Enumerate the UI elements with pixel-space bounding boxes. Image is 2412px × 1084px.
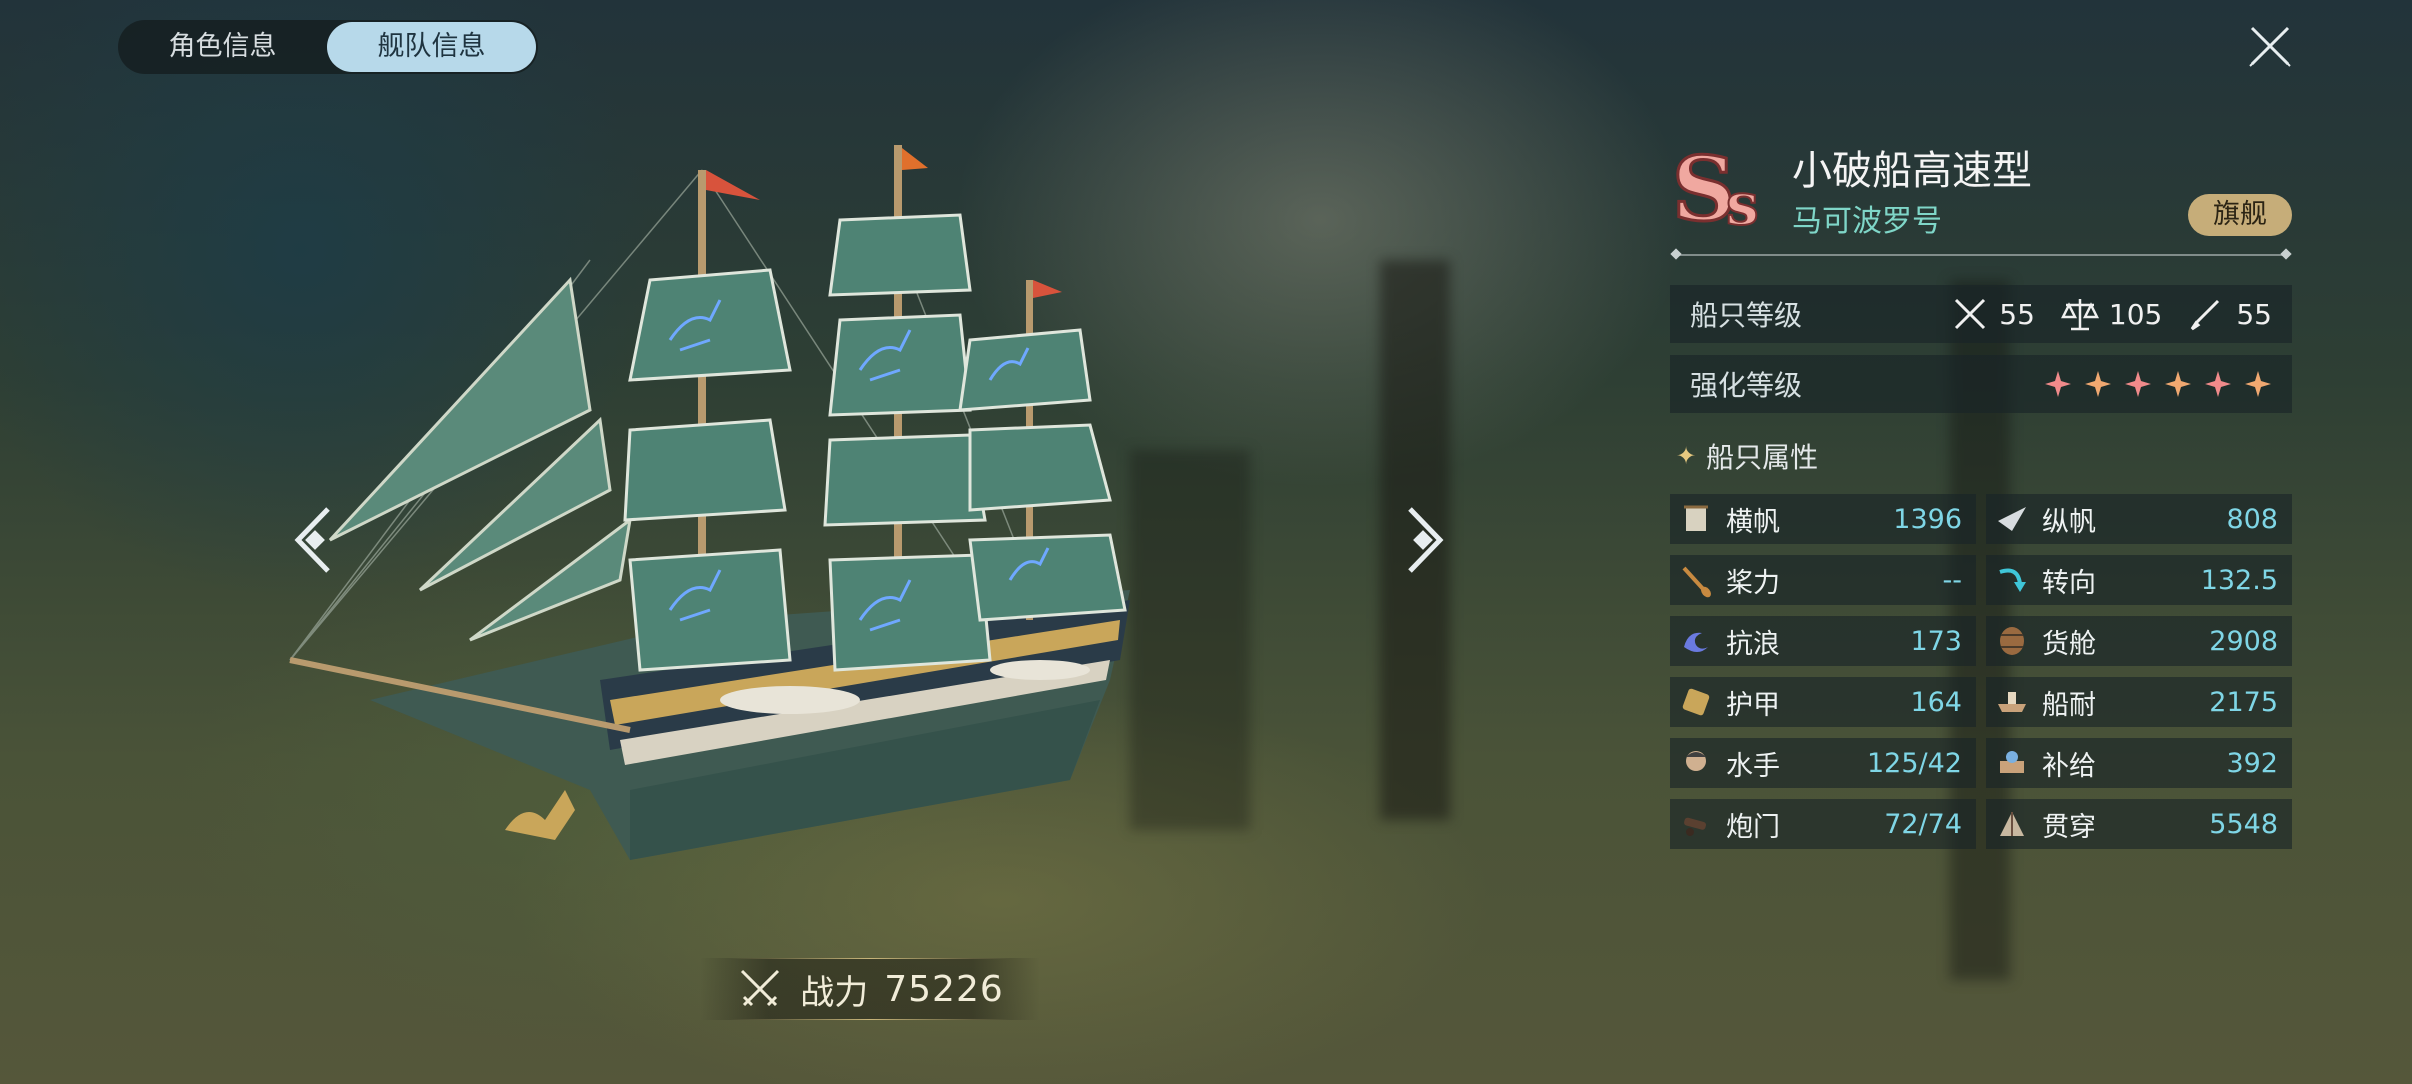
level-craft-value: 55 [2236, 297, 2272, 331]
attribute-value: 392 [2226, 747, 2278, 779]
attribute-row: 炮门 72/74 [1670, 799, 1976, 849]
enhance-star-icon [2125, 371, 2151, 397]
ship-level-row: 船只等级 55 105 55 [1670, 285, 2292, 343]
oar-icon [1682, 566, 1711, 598]
enhance-stars [2044, 370, 2272, 398]
attribute-value: 2175 [2209, 686, 2278, 718]
cannon-icon [1684, 817, 1707, 836]
pierce-icon [2000, 812, 2024, 836]
attribute-name: 水手 [1726, 750, 1780, 782]
armor-icon [1682, 688, 1710, 716]
attributes-section-title: ✦ 船只属性 [1676, 436, 1818, 476]
attribute-name: 补给 [2042, 750, 2096, 782]
fore-aft-sail-icon [1998, 507, 2026, 531]
attribute-value: 72/74 [1884, 808, 1962, 840]
attribute-name: 护甲 [1726, 689, 1780, 721]
attribute-row: 补给 392 [1986, 738, 2292, 788]
tab-fleet-info[interactable]: 舰队信息 [327, 22, 536, 72]
attribute-row: 护甲 164 [1670, 677, 1976, 727]
wave-icon [1684, 632, 1708, 652]
level-attack: 55 [1951, 295, 2035, 333]
ship-level-label: 船只等级 [1690, 299, 1803, 332]
info-tabs: 角色信息 舰队信息 [118, 20, 538, 74]
sparkle-icon: ✦ [1676, 442, 1697, 470]
square-sail-icon [1684, 505, 1708, 531]
attribute-name: 横帆 [1726, 506, 1780, 538]
barrel-icon [2000, 627, 2024, 655]
attribute-name: 货舱 [2042, 628, 2096, 660]
attribute-row: 货舱 2908 [1986, 616, 2292, 666]
ship-model [289, 145, 1130, 860]
level-attack-value: 55 [1999, 297, 2035, 331]
next-ship-arrow-icon[interactable] [1398, 505, 1448, 575]
crossed-swords-icon [1955, 298, 1986, 330]
attribute-value: 164 [1910, 686, 1962, 718]
attribute-row: 水手 125/42 [1670, 738, 1976, 788]
attribute-name: 贯穿 [2042, 811, 2096, 843]
attribute-value: 125/42 [1867, 747, 1962, 779]
attribute-name: 转向 [2042, 567, 2096, 599]
combat-power-value: 75226 [884, 968, 1004, 1010]
attribute-row: 桨力 -- [1670, 555, 1976, 605]
pen-icon [2191, 299, 2220, 331]
grade-letter-small: s [1726, 170, 1759, 237]
divider [1676, 254, 2286, 256]
scales-icon [2060, 299, 2099, 331]
ship-subtitle: 马可波罗号 [1792, 204, 1942, 239]
turn-icon [1999, 568, 2026, 592]
attribute-value: 2908 [2209, 625, 2278, 657]
attribute-name: 桨力 [1726, 567, 1780, 599]
attribute-name: 炮门 [1726, 811, 1780, 843]
attribute-row: 横帆 1396 [1670, 494, 1976, 544]
attribute-name: 抗浪 [1726, 628, 1780, 660]
level-balance-value: 105 [2108, 297, 2163, 331]
enhance-level-row: 强化等级 [1670, 355, 2292, 413]
attribute-value: -- [1942, 564, 1963, 596]
attribute-row: 纵帆 808 [1986, 494, 2292, 544]
attribute-value: 173 [1910, 625, 1962, 657]
flagship-badge: 旗舰 [2188, 194, 2292, 236]
supply-icon [2000, 751, 2024, 773]
attribute-row: 抗浪 173 [1670, 616, 1976, 666]
attribute-row: 转向 132.5 [1986, 555, 2292, 605]
crossed-swords-icon [741, 969, 780, 1007]
level-balance: 105 [2060, 295, 2163, 333]
enhance-star-icon [2165, 371, 2191, 397]
attribute-name: 船耐 [2042, 689, 2096, 721]
level-craft: 55 [2188, 295, 2272, 333]
grade-badge: S s [1671, 142, 1760, 237]
combat-power-label: 战力 [800, 972, 869, 1013]
prev-ship-arrow-icon[interactable] [290, 505, 340, 575]
combat-power: 战力 75226 [700, 958, 1040, 1020]
enhance-star-icon [2245, 371, 2271, 397]
enhance-star-icon [2085, 371, 2111, 397]
enhance-star-icon [2205, 371, 2231, 397]
hull-icon [1998, 692, 2026, 712]
close-icon[interactable] [2246, 22, 2294, 70]
attribute-value: 1396 [1893, 503, 1962, 535]
attribute-value: 132.5 [2200, 564, 2278, 596]
enhance-level-label: 强化等级 [1690, 369, 1803, 402]
ship-name: 小破船高速型 [1792, 148, 2032, 194]
attributes-title: 船只属性 [1706, 441, 1819, 474]
attribute-value: 808 [2226, 503, 2278, 535]
attribute-row: 贯穿 5548 [1986, 799, 2292, 849]
attribute-name: 纵帆 [2042, 506, 2096, 538]
tab-character-info[interactable]: 角色信息 [118, 22, 327, 72]
sailor-icon [1686, 751, 1706, 771]
enhance-star-icon [2045, 371, 2071, 397]
attribute-row: 船耐 2175 [1986, 677, 2292, 727]
attribute-value: 5548 [2209, 808, 2278, 840]
